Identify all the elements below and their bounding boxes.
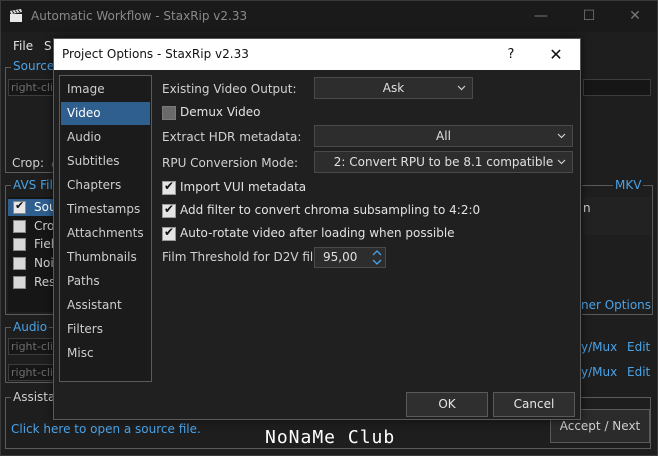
chroma-checkbox[interactable] xyxy=(162,202,176,218)
nav-item-misc[interactable]: Misc xyxy=(61,342,150,365)
filter-right-text: n xyxy=(583,201,591,215)
audio-mux-link-1[interactable]: y/Mux xyxy=(581,365,617,379)
import-vui-label: Import VUI metadata xyxy=(180,180,307,194)
existing-output-combo[interactable]: Ask xyxy=(314,77,473,99)
source-field[interactable]: right-cli xyxy=(8,79,55,96)
autorotate-checkbox[interactable] xyxy=(162,225,176,241)
ok-button[interactable]: OK xyxy=(406,392,488,417)
source-group-label: Source xyxy=(11,59,57,73)
cancel-button[interactable]: Cancel xyxy=(493,392,575,417)
audio-field-0-placeholder: right-cli xyxy=(11,340,53,353)
dialog-title: Project Options - StaxRip v2.33 xyxy=(62,47,249,61)
dialog-titlebar: Project Options - StaxRip v2.33 ? ✕ xyxy=(54,39,580,70)
menu-second[interactable]: S xyxy=(44,39,52,53)
audio-edit-link-1[interactable]: Edit xyxy=(627,365,650,379)
film-threshold-spinner[interactable]: 95,00 xyxy=(314,247,386,268)
main-titlebar: Automatic Workflow - StaxRip v2.33 — ☐ ✕ xyxy=(1,1,657,32)
nav-item-image[interactable]: Image xyxy=(61,78,150,101)
audio-edit-link-0[interactable]: Edit xyxy=(627,340,650,354)
rpu-combo[interactable]: 2: Convert RPU to be 8.1 compatible xyxy=(314,151,573,173)
filter-checkbox-3[interactable] xyxy=(13,257,26,270)
audio-field-1[interactable]: right-cli xyxy=(8,364,55,381)
nav-item-attachments[interactable]: Attachments xyxy=(61,222,150,245)
film-threshold-value: 95,00 xyxy=(323,250,358,264)
project-options-dialog: Project Options - StaxRip v2.33 ? ✕ Imag… xyxy=(53,38,581,420)
spin-up-icon[interactable] xyxy=(371,249,383,257)
demux-video-checkbox[interactable] xyxy=(162,106,176,120)
main-close-button[interactable]: ✕ xyxy=(613,3,657,29)
rpu-label: RPU Conversion Mode: xyxy=(162,156,299,170)
hdr-value: All xyxy=(436,129,451,143)
options-nav-list: Image Video Audio Subtitles Chapters Tim… xyxy=(59,75,152,382)
audio-field-0[interactable]: right-cli xyxy=(8,338,55,355)
menu-file[interactable]: File xyxy=(13,39,33,53)
filter-checkbox-4[interactable] xyxy=(13,276,26,289)
minimize-button[interactable]: — xyxy=(519,3,563,29)
main-window-title: Automatic Workflow - StaxRip v2.33 xyxy=(31,9,248,23)
film-threshold-label: Film Threshold for D2V files: xyxy=(162,250,331,264)
audio-mux-link-0[interactable]: y/Mux xyxy=(581,340,617,354)
watermark-text: NoNaMe Club xyxy=(265,427,396,448)
clapperboard-icon xyxy=(10,9,22,22)
nav-item-assistant[interactable]: Assistant xyxy=(61,294,150,317)
nav-item-filters[interactable]: Filters xyxy=(61,318,150,341)
audio-field-1-placeholder: right-cli xyxy=(11,366,53,379)
filter-checkbox-2[interactable] xyxy=(13,238,26,251)
filter-list[interactable]: Sou Cro Fiel Noi Res xyxy=(8,197,57,312)
chevron-down-icon xyxy=(557,159,566,165)
nav-item-audio[interactable]: Audio xyxy=(61,126,150,149)
menu-bar: File S xyxy=(1,35,61,57)
nav-item-timestamps[interactable]: Timestamps xyxy=(61,198,150,221)
hdr-label: Extract HDR metadata: xyxy=(162,130,302,144)
dialog-close-button[interactable]: ✕ xyxy=(536,42,576,67)
source-field-right[interactable] xyxy=(583,79,651,96)
existing-output-label: Existing Video Output: xyxy=(162,82,297,96)
filter-checkbox-0[interactable] xyxy=(13,199,26,214)
import-vui-checkbox[interactable] xyxy=(162,179,176,195)
hdr-combo[interactable]: All xyxy=(314,125,573,147)
help-button[interactable]: ? xyxy=(492,42,530,67)
rpu-value: 2: Convert RPU to be 8.1 compatible xyxy=(333,155,554,169)
spin-down-icon[interactable] xyxy=(371,258,383,266)
chroma-label: Add filter to convert chroma subsampling… xyxy=(180,203,481,217)
container-options-link[interactable]: ner Options xyxy=(581,298,651,312)
chevron-down-icon xyxy=(457,85,466,91)
nav-item-video[interactable]: Video xyxy=(61,102,150,125)
filter-label-3: Noi xyxy=(34,256,54,270)
crop-label: Crop: xyxy=(12,156,45,170)
audio-group-label: Audio xyxy=(11,320,50,334)
mkv-panel: n xyxy=(583,197,651,235)
demux-video-label: Demux Video xyxy=(180,105,261,119)
source-field-placeholder: right-cli xyxy=(11,81,53,94)
mkv-group-label: MKV xyxy=(613,178,644,192)
chevron-down-icon xyxy=(557,133,566,139)
existing-output-value: Ask xyxy=(382,81,405,95)
maximize-button[interactable]: ☐ xyxy=(567,3,611,29)
nav-item-thumbnails[interactable]: Thumbnails xyxy=(61,246,150,269)
filter-label-1: Cro xyxy=(34,219,55,233)
filter-label-2: Fiel xyxy=(34,237,55,251)
filter-checkbox-1[interactable] xyxy=(13,220,26,233)
nav-item-paths[interactable]: Paths xyxy=(61,270,150,293)
nav-item-chapters[interactable]: Chapters xyxy=(61,174,150,197)
nav-item-subtitles[interactable]: Subtitles xyxy=(61,150,150,173)
autorotate-label: Auto-rotate video after loading when pos… xyxy=(180,226,455,240)
assistant-text[interactable]: Click here to open a source file. xyxy=(11,422,201,436)
